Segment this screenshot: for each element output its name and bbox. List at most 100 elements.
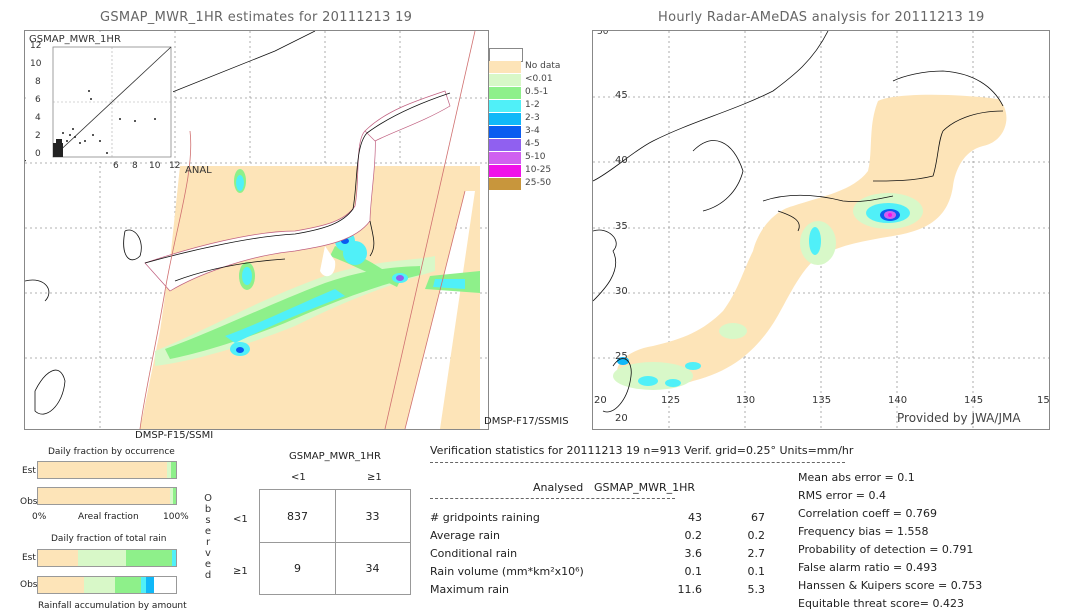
occurrence-axis-right: 100%	[163, 512, 189, 522]
lon-tick-140: 140	[888, 395, 908, 406]
lon-tick-125: 125	[661, 395, 681, 406]
bar-segment	[114, 577, 141, 593]
stat-estimate-value: 2.7	[747, 547, 766, 560]
bar-segment	[38, 462, 168, 478]
score-line: Correlation coeff = 0.769	[798, 507, 937, 520]
cell-false-alarm: 33	[365, 510, 380, 523]
lat-tick-30: 30	[615, 286, 628, 297]
legend-swatch	[489, 61, 521, 74]
left-map-canvas	[25, 31, 488, 429]
lon-tick-150: 15	[1037, 395, 1050, 406]
bar-segment	[126, 550, 172, 566]
verification-header: Verification statistics for 20111213 19 …	[430, 444, 854, 457]
observed-letter: e	[204, 526, 212, 537]
legend-swatch	[489, 87, 521, 100]
scatter-ytick-10: 10	[30, 59, 42, 69]
scatter-xtick-8: 8	[132, 161, 138, 171]
scatter-xtick-6: 6	[113, 161, 119, 171]
scatter-ytick-8: 8	[35, 77, 41, 87]
total-rain-est-label: Est	[22, 553, 36, 563]
legend-label: 3-4	[525, 126, 540, 136]
legend-swatch	[489, 48, 523, 62]
stat-analysed-value: 3.6	[684, 547, 703, 560]
lon-tick-135: 135	[812, 395, 832, 406]
cell-hit: 34	[365, 562, 380, 575]
legend-item: 25-50	[489, 178, 569, 191]
occurrence-axis-mid: Areal fraction	[78, 512, 139, 522]
legend-label: 5-10	[525, 152, 546, 162]
lat-tick-40: 40	[615, 155, 628, 166]
occurrence-obs-label: Obs	[20, 497, 38, 507]
legend-item: 3-4	[489, 126, 569, 139]
contingency-table: 837 33 9 34	[259, 489, 411, 595]
total-rain-footer: Rainfall accumulation by amount	[38, 601, 187, 611]
scatter-ytick-4: 4	[35, 113, 41, 123]
contingency-header: GSMAP_MWR_1HR	[289, 451, 381, 462]
stat-analysed-value: 11.6	[677, 583, 703, 596]
legend-item	[489, 48, 569, 62]
legend-swatch	[489, 152, 521, 165]
col-analysed: Analysed	[533, 481, 584, 494]
scatter-ytick-12: 12	[30, 41, 42, 51]
legend-swatch	[489, 113, 521, 126]
stat-estimate-value: 67	[751, 511, 765, 524]
observed-letter: e	[204, 559, 212, 570]
sat-label-f15: DMSP-F15/SSMI	[135, 430, 214, 441]
scatter-ytick-6: 6	[35, 95, 41, 105]
legend-item: 5-10	[489, 152, 569, 165]
observed-letter: d	[204, 570, 212, 581]
stat-estimate-value: 0.1	[747, 565, 766, 578]
legend-label: 25-50	[525, 178, 552, 188]
observed-vertical-label: Observed	[203, 493, 213, 581]
right-map: 50 45 40 35 30 25 20 125 130 135 140 145…	[592, 30, 1050, 430]
anal-label: ANAL	[185, 165, 212, 176]
contingency-row-ge1: ≥1	[233, 566, 248, 577]
color-legend: No data <0.01 0.5-1 1-2 2-3 3-4 4-5 5-10 10-25 25…	[489, 48, 569, 198]
lat-tick-45: 45	[615, 90, 628, 101]
total-rain-obs-bar	[37, 576, 177, 594]
legend-item: 0.5-1	[489, 87, 569, 100]
legend-label: 0.5-1	[525, 87, 549, 97]
score-line: Equitable threat score= 0.423	[798, 597, 964, 610]
bar-segment	[78, 550, 127, 566]
occurrence-axis-left: 0%	[32, 512, 47, 522]
occurrence-title: Daily fraction by occurrence	[48, 447, 175, 457]
bar-segment	[171, 462, 176, 478]
total-rain-est-bar	[37, 549, 177, 567]
score-line: Hanssen & Kuipers score = 0.753	[798, 579, 983, 592]
bar-segment	[145, 577, 154, 593]
bar-segment	[171, 550, 176, 566]
stat-estimate-value: 5.3	[747, 583, 766, 596]
observed-letter: s	[205, 515, 211, 526]
scatter-ytick-0: 0	[35, 149, 41, 159]
legend-swatch	[489, 126, 521, 139]
bar-segment	[173, 488, 176, 504]
score-line: Mean abs error = 0.1	[798, 471, 915, 484]
lat-tick-50: 50	[597, 30, 609, 37]
legend-label: 4-5	[525, 139, 540, 149]
col-estimate: GSMAP_MWR_1HR	[594, 481, 696, 494]
score-line: RMS error = 0.4	[798, 489, 886, 502]
legend-swatch	[489, 139, 521, 152]
legend-swatch	[489, 178, 521, 191]
stat-estimate-value: 0.2	[747, 529, 766, 542]
legend-item: 4-5	[489, 139, 569, 152]
bar-segment	[83, 577, 115, 593]
bar-segment	[38, 550, 79, 566]
stat-analysed-value: 43	[688, 511, 702, 524]
occurrence-obs-bar	[37, 487, 177, 505]
stat-analysed-value: 0.2	[684, 529, 703, 542]
legend-label: 1-2	[525, 100, 540, 110]
sat-label-f17: DMSP-F17/SSMIS	[484, 416, 569, 427]
stat-label: Maximum rain	[430, 583, 509, 596]
occurrence-est-label: Est	[22, 466, 36, 476]
divider	[430, 462, 845, 463]
total-rain-title: Daily fraction of total rain	[51, 534, 167, 544]
legend-swatch	[489, 74, 521, 87]
scatter-xtick-12: 12	[169, 161, 181, 171]
legend-swatch	[489, 100, 521, 113]
scatter-xtick-10: 10	[149, 161, 161, 171]
lat-tick-20: 20	[594, 395, 607, 406]
legend-item: 10-25	[489, 165, 569, 178]
total-rain-obs-label: Obs	[20, 580, 38, 590]
